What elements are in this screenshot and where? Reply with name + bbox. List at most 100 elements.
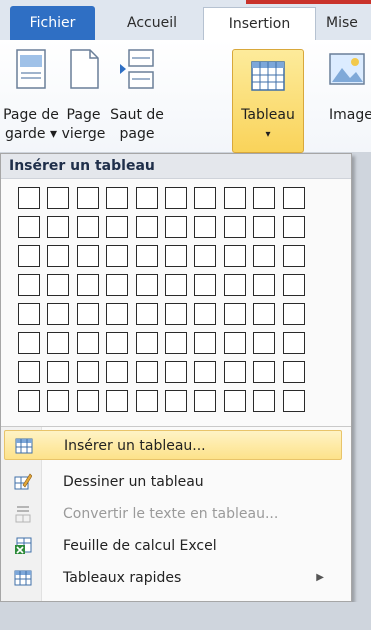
grid-cell[interactable] [18, 390, 40, 412]
grid-cell[interactable] [136, 187, 158, 209]
grid-cell[interactable] [18, 216, 40, 238]
image-button[interactable]: Image [328, 40, 371, 152]
grid-cell[interactable] [224, 332, 246, 354]
grid-cell[interactable] [47, 274, 69, 296]
grid-cell[interactable] [18, 303, 40, 325]
grid-cell[interactable] [77, 390, 99, 412]
grid-cell[interactable] [47, 361, 69, 383]
grid-cell[interactable] [224, 187, 246, 209]
grid-cell[interactable] [283, 303, 305, 325]
grid-cell[interactable] [283, 274, 305, 296]
tab-fichier[interactable]: Fichier [10, 6, 95, 40]
grid-cell[interactable] [253, 332, 275, 354]
tab-insertion[interactable]: Insertion [203, 7, 316, 41]
tab-mise-en-page[interactable]: Mise [326, 7, 371, 40]
grid-cell[interactable] [106, 390, 128, 412]
feuille-de-calcul-excel-label: Feuille de calcul Excel [63, 538, 217, 554]
grid-cell[interactable] [165, 187, 187, 209]
grid-cell[interactable] [283, 187, 305, 209]
grid-cell[interactable] [165, 332, 187, 354]
grid-cell[interactable] [136, 216, 158, 238]
grid-cell[interactable] [283, 245, 305, 267]
grid-cell[interactable] [224, 303, 246, 325]
table-size-grid[interactable] [18, 187, 312, 419]
grid-cell[interactable] [18, 361, 40, 383]
grid-cell[interactable] [106, 216, 128, 238]
grid-cell[interactable] [194, 332, 216, 354]
saut-de-page-button[interactable]: Saut de page [109, 40, 165, 152]
grid-cell[interactable] [283, 216, 305, 238]
grid-cell[interactable] [77, 332, 99, 354]
grid-cell[interactable] [253, 361, 275, 383]
grid-cell[interactable] [194, 361, 216, 383]
word-ribbon-with-table-menu: Fichier Accueil Insertion Mise Page de g… [0, 0, 371, 630]
grid-cell[interactable] [283, 361, 305, 383]
grid-cell[interactable] [18, 274, 40, 296]
grid-cell[interactable] [165, 216, 187, 238]
grid-cell[interactable] [224, 390, 246, 412]
grid-cell[interactable] [253, 245, 275, 267]
grid-cell[interactable] [165, 245, 187, 267]
grid-cell[interactable] [18, 332, 40, 354]
tableau-button[interactable]: Tableau ▾ [232, 49, 304, 153]
grid-cell[interactable] [253, 390, 275, 412]
grid-cell[interactable] [253, 187, 275, 209]
grid-cell[interactable] [253, 274, 275, 296]
grid-cell[interactable] [106, 187, 128, 209]
grid-cell[interactable] [136, 332, 158, 354]
grid-cell[interactable] [194, 274, 216, 296]
grid-cell[interactable] [77, 187, 99, 209]
grid-cell[interactable] [47, 187, 69, 209]
grid-cell[interactable] [253, 303, 275, 325]
tableau-label: Tableau [241, 107, 295, 123]
grid-cell[interactable] [106, 245, 128, 267]
grid-cell[interactable] [194, 245, 216, 267]
grid-cell[interactable] [253, 216, 275, 238]
grid-cell[interactable] [18, 245, 40, 267]
grid-cell[interactable] [165, 303, 187, 325]
grid-cell[interactable] [224, 245, 246, 267]
inserer-tableau-dropdown: Insérer un tableau Insérer un tableau...… [0, 153, 352, 602]
grid-cell[interactable] [77, 245, 99, 267]
grid-cell[interactable] [136, 361, 158, 383]
inserer-un-tableau-item[interactable]: Insérer un tableau... [4, 430, 342, 460]
grid-cell[interactable] [283, 332, 305, 354]
grid-cell[interactable] [77, 361, 99, 383]
grid-cell[interactable] [77, 216, 99, 238]
grid-cell[interactable] [194, 187, 216, 209]
grid-cell[interactable] [136, 390, 158, 412]
grid-cell[interactable] [106, 303, 128, 325]
grid-cell[interactable] [77, 274, 99, 296]
grid-cell[interactable] [77, 303, 99, 325]
grid-cell[interactable] [224, 361, 246, 383]
grid-cell[interactable] [47, 216, 69, 238]
grid-cell[interactable] [47, 390, 69, 412]
grid-cell[interactable] [165, 361, 187, 383]
grid-cell[interactable] [194, 216, 216, 238]
convertir-texte-label: Convertir le texte en tableau... [63, 506, 279, 522]
convertir-texte-item[interactable]: Convertir le texte en tableau... [4, 499, 342, 529]
grid-cell[interactable] [106, 361, 128, 383]
grid-cell[interactable] [106, 332, 128, 354]
tab-accueil[interactable]: Accueil [104, 7, 200, 40]
grid-cell[interactable] [165, 390, 187, 412]
page-vierge-button[interactable]: Page vierge [61, 40, 106, 152]
grid-cell[interactable] [18, 187, 40, 209]
grid-cell[interactable] [136, 274, 158, 296]
page-de-garde-button[interactable]: Page de garde ▾ [2, 40, 60, 152]
feuille-de-calcul-excel-item[interactable]: Feuille de calcul Excel [4, 531, 342, 561]
grid-cell[interactable] [47, 303, 69, 325]
tableaux-rapides-item[interactable]: Tableaux rapides ▶ [4, 563, 342, 593]
grid-cell[interactable] [136, 245, 158, 267]
grid-cell[interactable] [194, 303, 216, 325]
grid-cell[interactable] [283, 390, 305, 412]
grid-cell[interactable] [165, 274, 187, 296]
grid-cell[interactable] [136, 303, 158, 325]
dessiner-un-tableau-item[interactable]: Dessiner un tableau [4, 467, 342, 497]
grid-cell[interactable] [224, 216, 246, 238]
grid-cell[interactable] [194, 390, 216, 412]
grid-cell[interactable] [47, 332, 69, 354]
grid-cell[interactable] [106, 274, 128, 296]
grid-cell[interactable] [47, 245, 69, 267]
grid-cell[interactable] [224, 274, 246, 296]
